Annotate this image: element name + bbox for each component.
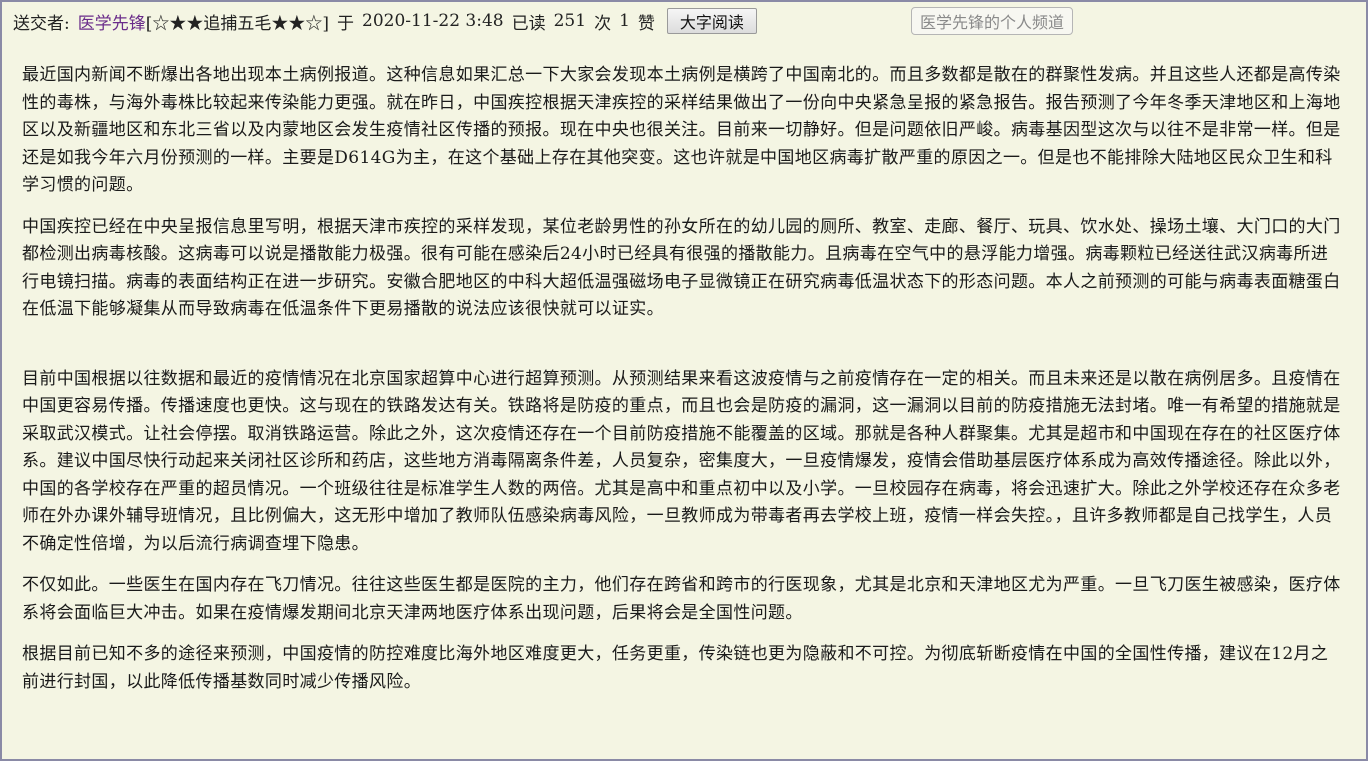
author-name[interactable]: 医学先锋 xyxy=(78,9,146,34)
at-label: 于 xyxy=(337,13,354,34)
personal-channel-button[interactable]: 医学先锋的个人频道 xyxy=(911,7,1074,35)
times-label: 次 xyxy=(594,13,612,34)
sender-label: 送交者: xyxy=(13,13,70,34)
article-paragraph: 最近国内新闻不断爆出各地出现本土病例报道。这种信息如果汇总一下大家会发现本土病例… xyxy=(22,65,1341,195)
article-paragraph: 不仅如此。一些医生在国内存在飞刀情况。往往这些医生都是医院的主力，他们存在跨省和… xyxy=(22,575,1341,623)
post-header: 送交者: 医学先锋 [☆★★追捕五毛★★☆] 于 2020-11-22 3:48… xyxy=(13,8,757,34)
article-paragraph: 中国疾控已经在中央呈报信息里写明，根据天津市疾控的采样发现，某位老龄男性的孙女所… xyxy=(22,216,1341,320)
likes-label: 赞 xyxy=(637,13,655,34)
post-datetime: 2020-11-22 3:48 xyxy=(362,11,504,31)
article-body: 最近国内新闻不断爆出各地出现本土病例报道。这种信息如果汇总一下大家会发现本土病例… xyxy=(22,62,1344,696)
author-badge: [☆★★追捕五毛★★☆] xyxy=(145,13,329,34)
article-paragraph: 根据目前已知不多的途径来预测，中国疫情的防控难度比海外地区难度更大，任务更重，传… xyxy=(22,644,1329,692)
large-text-button[interactable]: 大字阅读 xyxy=(666,8,757,34)
post-frame: 送交者: 医学先锋 [☆★★追捕五毛★★☆] 于 2020-11-22 3:48… xyxy=(0,0,1368,761)
article-paragraph: 目前中国根据以往数据和最近的疫情情况在北京国家超算中心进行超算预测。从预测结果来… xyxy=(22,368,1341,554)
read-count: 251 xyxy=(553,11,587,31)
like-count: 1 xyxy=(619,11,630,31)
read-label: 已读 xyxy=(511,13,546,34)
